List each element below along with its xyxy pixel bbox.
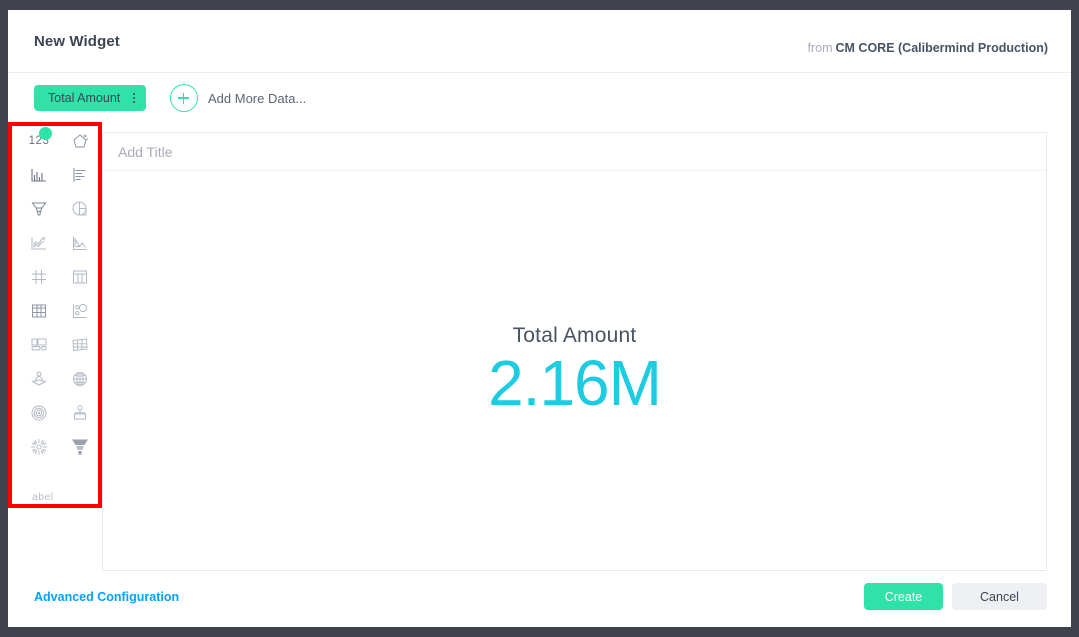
line-chart-icon[interactable] <box>20 231 58 255</box>
dashboard-layout-icon[interactable] <box>20 333 58 357</box>
palette-truncated-label: abel <box>32 491 54 503</box>
radar-target-icon[interactable] <box>20 401 58 425</box>
area-chart-icon[interactable] <box>61 231 99 255</box>
bar-chart-icon[interactable] <box>20 163 58 187</box>
widget-preview-card: Total Amount 2.16M <box>102 132 1047 571</box>
magic-shape-icon[interactable] <box>61 129 99 153</box>
solid-funnel-icon[interactable] <box>61 435 99 459</box>
globe-icon[interactable] <box>61 367 99 391</box>
scatter-plot-icon[interactable] <box>61 299 99 323</box>
number-metric-glyph: 123 <box>28 135 50 147</box>
vertical-dots-icon[interactable] <box>130 93 138 103</box>
source-prefix-label: from <box>807 41 833 55</box>
pie-chart-icon[interactable] <box>61 197 99 221</box>
page-title: New Widget <box>34 33 120 50</box>
modal-footer: Advanced Configuration Create Cancel <box>8 571 1071 627</box>
metric-value: 2.16M <box>488 346 662 419</box>
source-name-label[interactable]: CM CORE (Calibermind Production) <box>836 41 1049 55</box>
chart-type-palette: 123 abel <box>20 123 100 503</box>
preview-title-bar <box>103 133 1046 171</box>
chart-type-icon-grid: 123 <box>20 123 100 459</box>
new-widget-modal: New Widget from CM CORE (Calibermind Prod… <box>8 10 1071 627</box>
data-table-icon[interactable] <box>20 299 58 323</box>
plus-icon[interactable] <box>170 84 198 112</box>
data-source-line: from CM CORE (Calibermind Production) <box>808 41 1049 55</box>
metric-label: Total Amount <box>512 323 637 347</box>
data-chip-total-amount[interactable]: Total Amount <box>34 85 147 111</box>
horizontal-bar-chart-icon[interactable] <box>61 163 99 187</box>
matrix-icon[interactable] <box>61 333 99 357</box>
create-button[interactable]: Create <box>864 583 943 610</box>
sunburst-icon[interactable] <box>20 435 58 459</box>
modal-header: New Widget from CM CORE (Calibermind Prod… <box>8 10 1071 73</box>
preview-body: Total Amount 2.16M <box>103 171 1046 570</box>
widget-title-input[interactable] <box>116 142 957 161</box>
grid-icon[interactable] <box>20 265 58 289</box>
cancel-button[interactable]: Cancel <box>952 583 1047 610</box>
advanced-configuration-link[interactable]: Advanced Configuration <box>34 590 179 604</box>
number-metric-icon[interactable]: 123 <box>20 127 58 153</box>
add-more-data-button[interactable]: Add More Data... <box>208 91 306 106</box>
org-node-icon[interactable] <box>61 401 99 425</box>
data-chip-label: Total Amount <box>48 91 121 105</box>
table-icon[interactable] <box>61 265 99 289</box>
funnel-chart-icon[interactable] <box>20 197 58 221</box>
journey-map-icon[interactable] <box>20 367 58 391</box>
data-chips-row: Total Amount Add More Data... <box>8 73 1071 123</box>
